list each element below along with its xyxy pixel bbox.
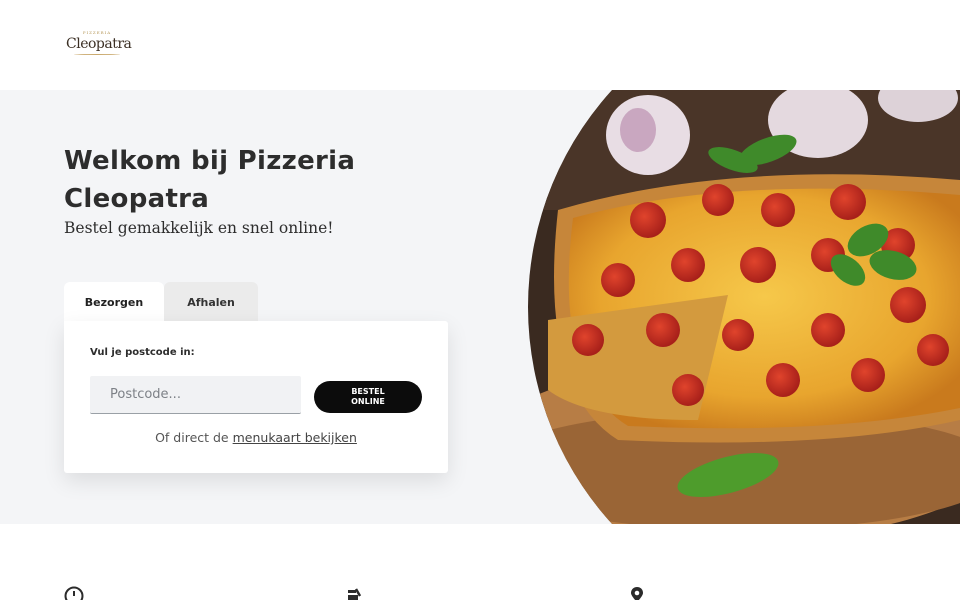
menu-link[interactable]: menukaart bekijken xyxy=(233,430,357,445)
hero-pizza-image xyxy=(528,90,960,524)
site-header: PIZZERIA Cleopatra xyxy=(0,0,960,90)
postcode-input[interactable] xyxy=(90,376,301,414)
order-card: Vul je postcode in: BESTEL ONLINE Of dir… xyxy=(64,321,448,473)
order-online-button[interactable]: BESTEL ONLINE xyxy=(314,381,422,413)
menu-link-line: Of direct de menukaart bekijken xyxy=(64,430,448,445)
bike-icon xyxy=(348,588,362,600)
menu-link-prefix: Of direct de xyxy=(155,430,229,445)
features-strip xyxy=(0,524,960,600)
logo-name: Cleopatra xyxy=(66,36,132,52)
order-online-button-label: BESTEL ONLINE xyxy=(351,387,385,406)
order-tabs: Bezorgen Afhalen xyxy=(64,282,258,322)
hero-title: Welkom bij Pizzeria Cleopatra xyxy=(64,146,356,214)
location-pin-icon xyxy=(631,587,643,600)
tab-afhalen[interactable]: Afhalen xyxy=(164,282,258,322)
clock-icon xyxy=(64,586,84,600)
tab-bezorgen[interactable]: Bezorgen xyxy=(64,282,164,322)
pizza-illustration xyxy=(528,90,960,524)
hero-subtitle: Bestel gemakkelijk en snel online! xyxy=(64,219,334,237)
logo[interactable]: PIZZERIA Cleopatra xyxy=(66,30,132,60)
postcode-label: Vul je postcode in: xyxy=(90,347,195,358)
logo-swoosh xyxy=(74,53,120,55)
hero-section: Welkom bij Pizzeria Cleopatra Bestel gem… xyxy=(0,90,960,524)
